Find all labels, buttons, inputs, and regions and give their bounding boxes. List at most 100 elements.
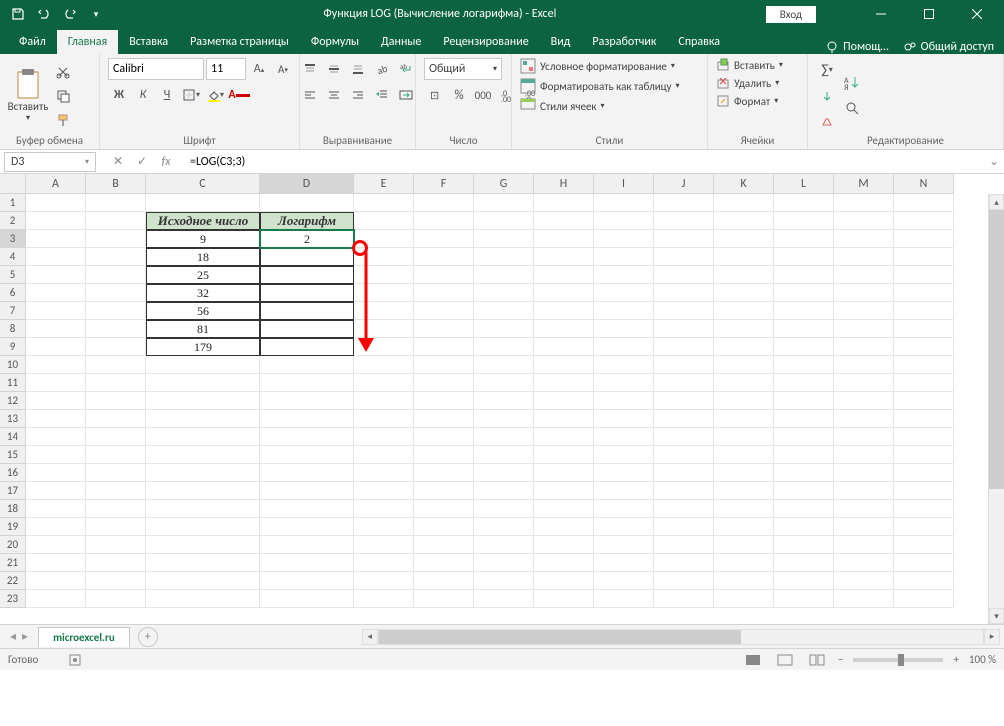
cell-J12[interactable]	[654, 392, 714, 410]
fill-color-icon[interactable]: ▾	[204, 84, 226, 106]
cell-L1[interactable]	[774, 194, 834, 212]
cell-G19[interactable]	[474, 518, 534, 536]
cell-A2[interactable]	[26, 212, 86, 230]
column-header-I[interactable]: I	[594, 174, 654, 194]
cell-I4[interactable]	[594, 248, 654, 266]
cell-D7[interactable]	[260, 302, 354, 320]
cell-I1[interactable]	[594, 194, 654, 212]
cell-K14[interactable]	[714, 428, 774, 446]
cell-A6[interactable]	[26, 284, 86, 302]
cell-L20[interactable]	[774, 536, 834, 554]
cell-C11[interactable]	[146, 374, 260, 392]
cell-F15[interactable]	[414, 446, 474, 464]
cell-E14[interactable]	[354, 428, 414, 446]
format-cells-button[interactable]: Формат▾	[716, 94, 778, 108]
cell-M11[interactable]	[834, 374, 894, 392]
row-header-6[interactable]: 6	[0, 284, 26, 302]
column-header-B[interactable]: B	[86, 174, 146, 194]
zoom-out-icon[interactable]: −	[838, 653, 843, 666]
cell-M3[interactable]	[834, 230, 894, 248]
row-header-9[interactable]: 9	[0, 338, 26, 356]
cell-A23[interactable]	[26, 590, 86, 608]
cell-I6[interactable]	[594, 284, 654, 302]
add-sheet-icon[interactable]: +	[138, 627, 158, 647]
scroll-down-icon[interactable]: ▾	[989, 608, 1004, 624]
row-header-19[interactable]: 19	[0, 518, 26, 536]
cell-D12[interactable]	[260, 392, 354, 410]
row-header-5[interactable]: 5	[0, 266, 26, 284]
tell-me-button[interactable]: Помощ…	[825, 40, 889, 54]
undo-icon[interactable]	[32, 2, 56, 26]
cell-I9[interactable]	[594, 338, 654, 356]
cell-M14[interactable]	[834, 428, 894, 446]
cell-G4[interactable]	[474, 248, 534, 266]
cell-C12[interactable]	[146, 392, 260, 410]
cell-K18[interactable]	[714, 500, 774, 518]
cell-I8[interactable]	[594, 320, 654, 338]
align-bottom-icon[interactable]	[347, 58, 369, 80]
page-break-view-icon[interactable]	[806, 651, 828, 669]
cell-F23[interactable]	[414, 590, 474, 608]
cell-N17[interactable]	[894, 482, 954, 500]
cell-E6[interactable]	[354, 284, 414, 302]
column-header-L[interactable]: L	[774, 174, 834, 194]
cell-F4[interactable]	[414, 248, 474, 266]
cell-L19[interactable]	[774, 518, 834, 536]
cell-F21[interactable]	[414, 554, 474, 572]
insert-cells-button[interactable]: Вставить▾	[716, 58, 783, 72]
cell-H18[interactable]	[534, 500, 594, 518]
cell-B11[interactable]	[86, 374, 146, 392]
cell-J20[interactable]	[654, 536, 714, 554]
cell-A4[interactable]	[26, 248, 86, 266]
column-header-C[interactable]: C	[146, 174, 260, 194]
cell-D13[interactable]	[260, 410, 354, 428]
cell-G8[interactable]	[474, 320, 534, 338]
cell-A20[interactable]	[26, 536, 86, 554]
cell-L13[interactable]	[774, 410, 834, 428]
row-header-21[interactable]: 21	[0, 554, 26, 572]
percent-icon[interactable]: %	[448, 84, 470, 106]
cell-styles-button[interactable]: Стили ячеек▾	[520, 98, 605, 114]
vscroll-thumb[interactable]	[989, 210, 1004, 489]
cell-F16[interactable]	[414, 464, 474, 482]
tab-home[interactable]: Главная	[57, 30, 118, 54]
cell-M16[interactable]	[834, 464, 894, 482]
cell-M2[interactable]	[834, 212, 894, 230]
cell-B6[interactable]	[86, 284, 146, 302]
cell-B19[interactable]	[86, 518, 146, 536]
cell-I22[interactable]	[594, 572, 654, 590]
orientation-icon[interactable]: ab	[371, 58, 393, 80]
cell-E11[interactable]	[354, 374, 414, 392]
cell-D1[interactable]	[260, 194, 354, 212]
font-name-combo[interactable]	[108, 58, 204, 80]
normal-view-icon[interactable]	[742, 651, 764, 669]
cell-N21[interactable]	[894, 554, 954, 572]
cell-D19[interactable]	[260, 518, 354, 536]
sheet-nav-next-icon[interactable]: ▸	[22, 629, 28, 644]
cell-I19[interactable]	[594, 518, 654, 536]
cell-K13[interactable]	[714, 410, 774, 428]
cell-G23[interactable]	[474, 590, 534, 608]
cell-M17[interactable]	[834, 482, 894, 500]
cell-N5[interactable]	[894, 266, 954, 284]
cell-H20[interactable]	[534, 536, 594, 554]
scroll-up-icon[interactable]: ▴	[989, 194, 1004, 210]
cell-H22[interactable]	[534, 572, 594, 590]
cell-D23[interactable]	[260, 590, 354, 608]
cell-H1[interactable]	[534, 194, 594, 212]
cell-N9[interactable]	[894, 338, 954, 356]
cell-N2[interactable]	[894, 212, 954, 230]
cell-G18[interactable]	[474, 500, 534, 518]
cell-K16[interactable]	[714, 464, 774, 482]
italic-button[interactable]: К	[132, 84, 154, 106]
cell-K15[interactable]	[714, 446, 774, 464]
cell-E8[interactable]	[354, 320, 414, 338]
cell-B23[interactable]	[86, 590, 146, 608]
cell-D2[interactable]: Логарифм	[260, 212, 354, 230]
cell-K17[interactable]	[714, 482, 774, 500]
cell-A1[interactable]	[26, 194, 86, 212]
cell-G22[interactable]	[474, 572, 534, 590]
row-header-1[interactable]: 1	[0, 194, 26, 212]
cell-A15[interactable]	[26, 446, 86, 464]
comma-icon[interactable]: 000	[472, 84, 494, 106]
